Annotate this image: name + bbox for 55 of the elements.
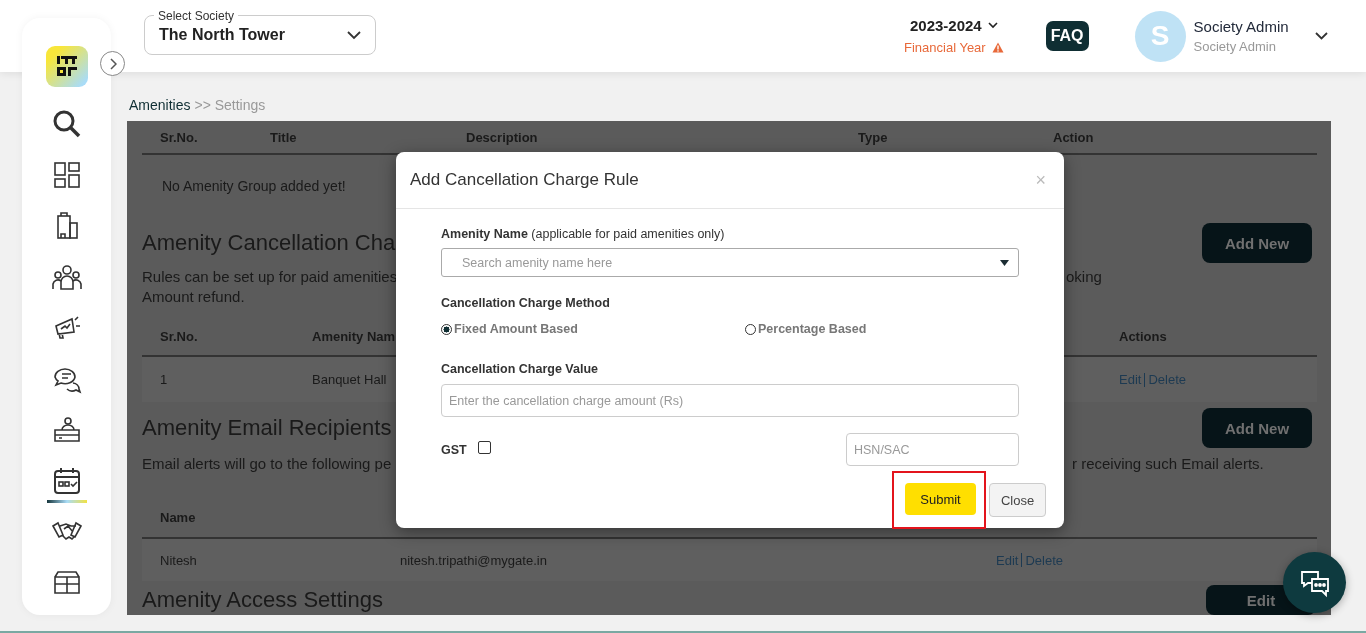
column-header: Name	[160, 509, 196, 525]
section-description: r receiving such Email alerts.	[1072, 455, 1264, 472]
user-name: Society Admin	[1193, 18, 1289, 35]
caret-down-icon	[1000, 259, 1009, 266]
section-heading: Amenity Cancellation Cha	[142, 230, 396, 256]
user-role: Society Admin	[1193, 39, 1277, 54]
chevron-down-icon	[987, 22, 998, 29]
table-cell: Nitesh	[160, 552, 197, 568]
add-new-button[interactable]: Add New	[1202, 223, 1312, 263]
submit-button[interactable]: Submit	[905, 483, 976, 515]
section-heading: Amenity Email Recipients	[142, 415, 392, 441]
breadcrumb-link[interactable]: Amenities	[129, 97, 191, 113]
gst-label: GST	[441, 442, 467, 457]
close-button[interactable]: Close	[989, 483, 1046, 517]
column-header: Title	[270, 129, 297, 145]
field-label: Cancellation Charge Method	[441, 296, 611, 310]
column-header: Sr.No.	[160, 129, 198, 145]
column-header: Actions	[1119, 328, 1167, 344]
user-avatar: S	[1134, 10, 1186, 62]
table-cell: Banquet Hall	[312, 372, 387, 387]
chevron-down-icon[interactable]	[1314, 32, 1328, 40]
amenity-select[interactable]: Search amenity name here	[441, 248, 1019, 277]
column-header: Type	[858, 129, 888, 145]
section-description: Rules can be set up for paid amenities	[142, 268, 398, 285]
section-description: Email alerts will go to the following pe	[142, 455, 392, 472]
section-description: oking	[1066, 268, 1102, 285]
close-button[interactable]: ×	[1031, 169, 1050, 191]
section-description: Amount refund.	[142, 288, 245, 305]
financial-year-select[interactable]: 2023-2024	[909, 17, 982, 34]
radio-label: Fixed Amount Based	[454, 322, 578, 336]
breadcrumb-current: >> Settings	[194, 97, 266, 113]
society-select-label: Select Society	[154, 9, 239, 23]
section-heading: Amenity Access Settings	[142, 587, 383, 613]
field-label: Amenity Name (applicable for paid amenities only)	[441, 227, 726, 241]
table-cell: 1	[160, 372, 168, 387]
society-name: The North Tower	[159, 26, 285, 44]
add-new-button[interactable]: Add New	[1202, 408, 1312, 448]
radio-button[interactable]	[441, 323, 452, 335]
app-logo-icon[interactable]	[45, 46, 88, 87]
column-header: Description	[466, 129, 538, 145]
chevron-right-icon	[108, 57, 117, 70]
charge-value-field[interactable]: Enter the cancellation charge amount (Rs)	[441, 384, 1019, 417]
financial-year-label: Financial Year	[904, 40, 986, 55]
modal-title: Add Cancellation Charge Rule	[410, 170, 639, 190]
column-header: Action	[1053, 129, 1094, 145]
hsn-sac-field[interactable]: HSN/SAC	[846, 433, 1019, 466]
column-header: Sr.No.	[160, 328, 198, 344]
empty-message: No Amenity Group added yet!	[162, 178, 346, 196]
table-cell: nitesh.tripathi@mygate.in	[400, 552, 547, 568]
radio-label: Percentage Based	[758, 322, 867, 336]
chevron-down-icon	[347, 30, 361, 40]
gst-checkbox[interactable]	[477, 441, 491, 454]
column-header: Amenity Nam	[312, 328, 396, 344]
field-label: Cancellation Charge Value	[441, 362, 599, 376]
faq-button[interactable]: FAQ	[1045, 21, 1089, 51]
